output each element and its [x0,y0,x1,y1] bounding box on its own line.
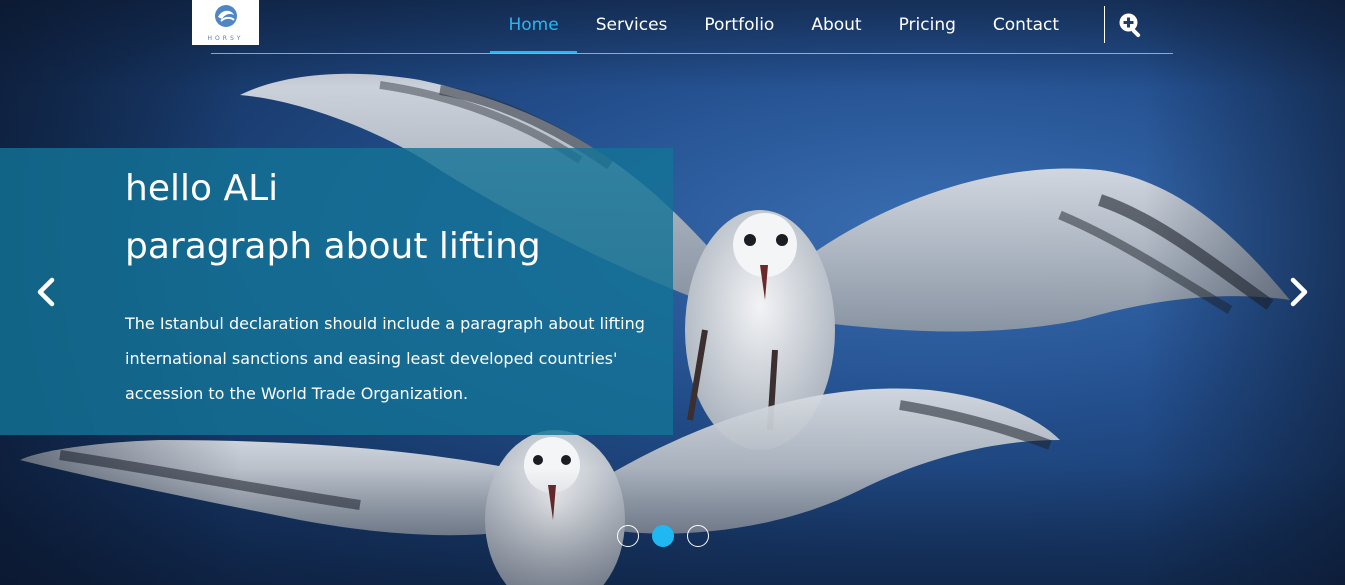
brand-logo[interactable]: HORSY [192,0,259,45]
prev-slide-button[interactable] [28,272,64,312]
carousel-dot-1[interactable] [617,525,639,547]
chevron-right-icon [1290,277,1308,307]
hero-slider: HORSY Home Services Portfolio About Pric… [0,0,1345,585]
nav-item-home[interactable]: Home [490,0,578,53]
next-slide-button[interactable] [1281,272,1317,312]
slide-caption: hello ALi paragraph about lifting The Ist… [0,148,673,435]
carousel-dot-3[interactable] [687,525,709,547]
nav-item-services[interactable]: Services [577,0,686,50]
search-button[interactable] [1117,11,1145,39]
nav-underline [211,53,1173,54]
main-nav: Home Services Portfolio About Pricing Co… [490,0,1078,53]
slide-body: The Istanbul declaration should include … [125,314,645,403]
nav-item-contact[interactable]: Contact [974,0,1077,50]
slide-title: hello ALi paragraph about lifting [125,160,541,276]
nav-item-portfolio[interactable]: Portfolio [686,0,793,50]
slide-title-line-1: hello ALi [125,168,279,209]
chevron-left-icon [37,277,55,307]
slide-title-line-2: paragraph about lifting [125,226,541,267]
nav-item-about[interactable]: About [793,0,880,50]
carousel-indicators [617,525,709,547]
search-plus-icon [1119,13,1141,38]
logo-mark-icon [215,5,237,27]
carousel-dot-2[interactable] [652,525,674,547]
logo-text: HORSY [207,35,244,42]
nav-item-pricing[interactable]: Pricing [880,0,974,50]
nav-divider [1104,6,1105,43]
